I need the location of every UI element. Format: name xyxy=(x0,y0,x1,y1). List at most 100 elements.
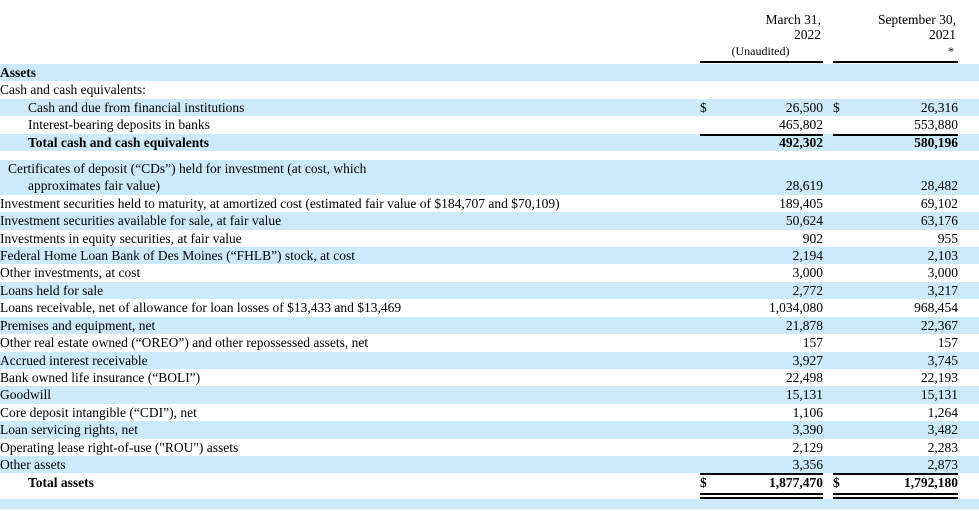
value-col1: 1,106 xyxy=(792,404,823,420)
value-col1: 2,194 xyxy=(716,247,823,265)
row-label: Total assets xyxy=(28,475,94,491)
currency-symbol-col1 xyxy=(700,264,716,281)
value-col2: 3,745 xyxy=(849,351,958,369)
table-row: Core deposit intangible (“CDI”), net 1,10… xyxy=(0,404,979,421)
table-body: Assets Cash and cash equivalents: Cash and… xyxy=(0,64,979,510)
table-row: Cash and due from financial institutions… xyxy=(0,98,979,117)
value-col1: 465,802 xyxy=(779,117,823,133)
value-col1: 26,500 xyxy=(716,98,823,117)
value-col1: 3,000 xyxy=(792,265,823,281)
row-label-line2: approximates fair value) xyxy=(28,178,160,194)
row-label: Goodwill xyxy=(0,386,700,404)
right-pad xyxy=(958,281,979,300)
value-col1: 15,131 xyxy=(716,386,823,404)
table-row: Investment securities available for sale… xyxy=(0,212,979,230)
value-col1: 28,619 xyxy=(716,160,823,195)
table-header: March 31, 2022 September 30, 2021 (Unaud… xyxy=(0,0,979,64)
row-label: Other investments, at cost xyxy=(0,265,141,281)
column-gap xyxy=(823,247,833,265)
currency-symbol-col2 xyxy=(833,64,849,82)
assets-table: March 31, 2022 September 30, 2021 (Unaud… xyxy=(0,0,979,510)
value-col2: 968,454 xyxy=(914,300,958,316)
value-col2: 955 xyxy=(937,230,958,246)
value-col2: 3,482 xyxy=(849,421,958,439)
right-pad xyxy=(958,195,979,212)
right-pad xyxy=(958,133,979,152)
right-pad xyxy=(958,473,979,493)
row-label-line1: Certificates of deposit (“CDs”) held for… xyxy=(8,161,367,177)
right-pad xyxy=(958,230,979,247)
value-col2: 15,131 xyxy=(849,386,958,404)
column-header-date-2: September 30, 2021 xyxy=(833,12,958,42)
value-col1: 1,877,470 xyxy=(716,473,823,493)
table-row: Bank owned life insurance (“BOLI”) 22,498… xyxy=(0,369,979,386)
row-label: Accrued interest receivable xyxy=(0,351,700,369)
currency-symbol-col1 xyxy=(700,439,716,456)
currency-symbol-col1: $ xyxy=(700,473,716,493)
currency-symbol-col1 xyxy=(700,247,716,265)
value-col1: 902 xyxy=(802,230,823,246)
header-col1-line1: March 31, xyxy=(765,12,821,27)
header-col2-line1: September 30, xyxy=(878,12,956,27)
trailing-band-cell xyxy=(0,499,979,510)
value-col2: 22,367 xyxy=(849,316,958,335)
row-label: Loan servicing rights, net xyxy=(0,421,700,439)
table-row: Interest-bearing deposits in banks 465,80… xyxy=(0,116,979,133)
header-col2-line2: 2021 xyxy=(929,27,956,42)
value-col2: 2,103 xyxy=(849,247,958,265)
table-row: Total cash and cash equivalents 492,302 58… xyxy=(0,133,979,152)
column-header-asterisk-note: * xyxy=(948,44,954,58)
currency-symbol-col2 xyxy=(833,386,849,404)
currency-symbol-col1 xyxy=(700,195,716,212)
value-col2: 553,880 xyxy=(914,117,958,133)
spacer-cell xyxy=(0,151,979,161)
column-gap xyxy=(823,351,833,369)
value-col1: 3,356 xyxy=(716,455,823,474)
right-pad xyxy=(958,64,979,82)
right-pad xyxy=(958,98,979,117)
row-label: Other real estate owned (“OREO”) and oth… xyxy=(0,335,369,351)
column-header-date-1: March 31, 2022 xyxy=(700,12,823,42)
column-gap xyxy=(823,404,833,421)
table-row: Operating lease right-of-use ("ROU") ass… xyxy=(0,439,979,456)
value-col2: 2,873 xyxy=(849,455,958,474)
table-row: Accrued interest receivable 3,927 3,745 xyxy=(0,351,979,369)
total-row: Total assets $1,877,470 $1,792,180 xyxy=(0,473,979,493)
currency-symbol-col1 xyxy=(700,230,716,247)
row-label: Operating lease right-of-use ("ROU") ass… xyxy=(0,439,239,455)
currency-symbol-col2 xyxy=(833,455,849,474)
header-dates-row: March 31, 2022 September 30, 2021 xyxy=(0,12,979,42)
column-gap xyxy=(823,160,833,195)
value-col1: 3,390 xyxy=(716,421,823,439)
value-col1: 22,498 xyxy=(785,369,823,385)
currency-symbol-col1 xyxy=(700,316,716,335)
table-row: Assets xyxy=(0,64,979,82)
value-col1 xyxy=(716,81,823,98)
table-row: Other assets 3,356 2,873 xyxy=(0,455,979,474)
right-pad xyxy=(958,334,979,351)
value-col2 xyxy=(849,64,958,82)
currency-symbol-col1: $ xyxy=(700,98,716,117)
column-gap xyxy=(823,264,833,281)
currency-symbol-col1 xyxy=(700,455,716,474)
currency-symbol-col2 xyxy=(833,195,849,212)
column-gap xyxy=(823,212,833,230)
table-row: Cash and cash equivalents: xyxy=(0,81,979,98)
value-col1: 3,927 xyxy=(716,351,823,369)
value-col1: 50,624 xyxy=(716,212,823,230)
row-label: Investment securities available for sale… xyxy=(0,212,700,230)
currency-symbol-col1 xyxy=(700,133,716,152)
column-gap xyxy=(823,473,833,493)
currency-symbol-col2 xyxy=(833,334,849,351)
currency-symbol-col2: $ xyxy=(833,98,849,117)
value-col1: 492,302 xyxy=(716,133,823,152)
currency-symbol-col1 xyxy=(700,386,716,404)
table-row: Investments in equity securities, at fai… xyxy=(0,230,979,247)
value-col2: 3,217 xyxy=(849,281,958,300)
currency-symbol-col2 xyxy=(833,160,849,195)
right-pad xyxy=(958,351,979,369)
trailing-band-row xyxy=(0,499,979,510)
right-pad xyxy=(958,160,979,195)
right-pad xyxy=(958,455,979,474)
column-gap xyxy=(823,195,833,212)
